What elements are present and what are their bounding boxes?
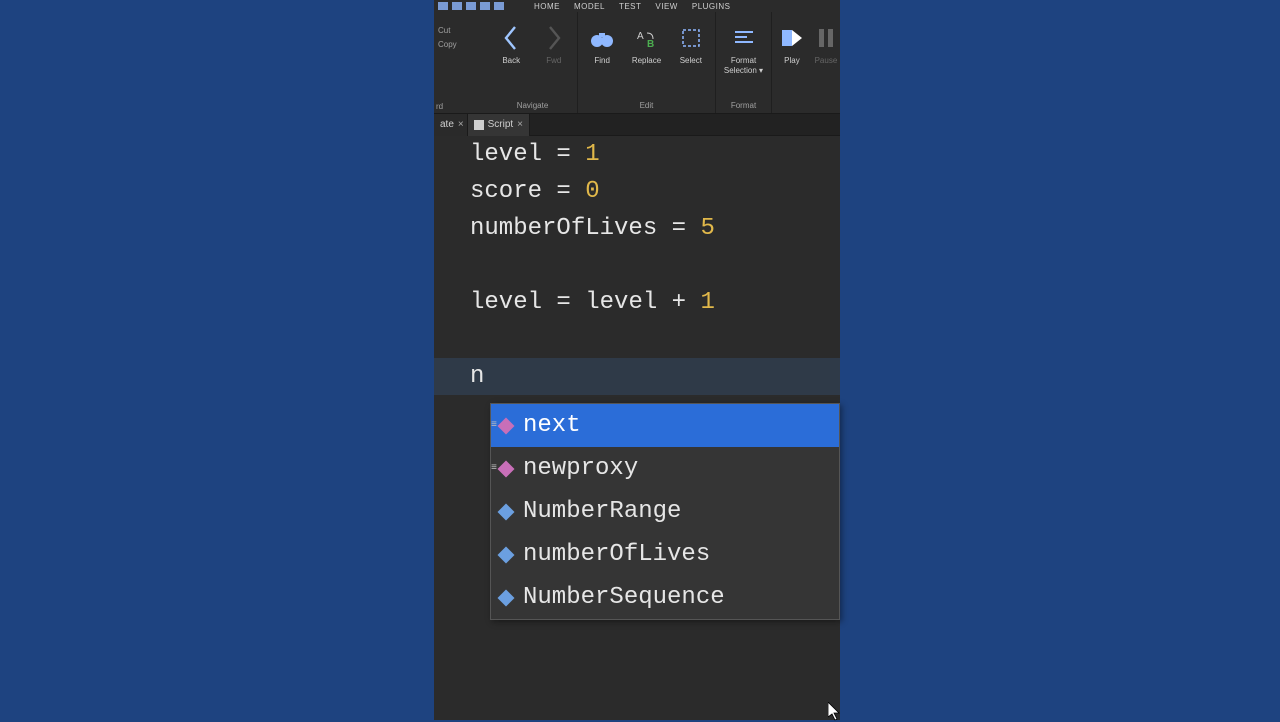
code-token: n [470, 363, 484, 390]
close-icon[interactable]: × [517, 119, 523, 130]
play-button[interactable]: Play [776, 18, 808, 66]
svg-text:A: A [637, 31, 644, 42]
code-token: score [470, 178, 542, 205]
code-token: = [542, 178, 585, 205]
fwd-button: Fwd [535, 18, 574, 66]
ribbon-group-format: Format Selection ▾ Format [716, 12, 772, 113]
back-button[interactable]: Back [492, 18, 531, 66]
code-line[interactable] [470, 247, 840, 284]
autocomplete-label: numberOfLives [523, 536, 710, 573]
group-label-navigate: Navigate [488, 99, 577, 113]
function-icon [497, 417, 515, 435]
autocomplete-label: newproxy [523, 450, 638, 487]
format-selection-button[interactable]: Format Selection ▾ [720, 18, 767, 76]
ribbon-group-navigate: Back Fwd Navigate [488, 12, 578, 113]
cut-label[interactable]: Cut [434, 24, 457, 38]
copy-label[interactable]: Copy [434, 38, 457, 52]
clipboard-partial: Cut Copy [434, 24, 457, 52]
qa-icon[interactable] [452, 2, 462, 10]
svg-text:B: B [647, 39, 654, 49]
document-tabs: ate × Script × [434, 114, 840, 136]
document-tab-script[interactable]: Script × [468, 114, 530, 136]
close-icon[interactable]: × [458, 119, 464, 130]
ribbon-toolbar: Cut Copy Back Fwd [434, 12, 840, 114]
select-label: Select [680, 56, 702, 66]
variable-icon [497, 503, 515, 521]
chevron-left-icon [500, 20, 522, 56]
tab-label: ate [440, 119, 454, 130]
menu-tab-test[interactable]: TEST [619, 2, 641, 11]
menu-tab-plugins[interactable]: PLUGINS [692, 2, 731, 11]
code-token: 0 [585, 178, 599, 205]
autocomplete-item[interactable]: NumberRange [491, 490, 839, 533]
qa-icon[interactable] [466, 2, 476, 10]
mouse-cursor-icon [828, 702, 842, 722]
code-line[interactable]: level = level + 1 [470, 284, 840, 321]
format-icon [733, 20, 755, 56]
autocomplete-popup[interactable]: next newproxy NumberRange numberOfLives Numb… [490, 403, 840, 620]
replace-icon: AB [635, 20, 657, 56]
back-label: Back [502, 56, 520, 66]
pause-button: Pause [812, 18, 840, 66]
group-label-play [772, 108, 844, 113]
select-icon [680, 20, 702, 56]
autocomplete-label: next [523, 407, 581, 444]
find-label: Find [594, 56, 610, 66]
ribbon-group-play: Play Pause [772, 12, 844, 113]
code-token: = [542, 141, 585, 168]
script-icon [474, 120, 484, 130]
autocomplete-item[interactable]: newproxy [491, 447, 839, 490]
autocomplete-item[interactable]: next [491, 404, 839, 447]
code-token: 1 [585, 141, 599, 168]
variable-icon [497, 589, 515, 607]
code-token: level [585, 289, 657, 316]
play-icon [780, 20, 804, 56]
function-icon [497, 460, 515, 478]
quick-access-toolbar [434, 0, 504, 12]
menu-tab-home[interactable]: HOME [534, 2, 560, 11]
fwd-label: Fwd [546, 56, 561, 66]
code-token: 1 [700, 289, 714, 316]
qa-icon[interactable] [480, 2, 490, 10]
menu-tab-model[interactable]: MODEL [574, 2, 605, 11]
tab-label: Script [488, 119, 514, 130]
partial-left-panel-label: rd [436, 102, 443, 111]
code-token: = [542, 289, 585, 316]
autocomplete-item[interactable]: NumberSequence [491, 576, 839, 619]
qa-icon[interactable] [438, 2, 448, 10]
pause-label: Pause [815, 56, 838, 66]
undo-icon[interactable] [494, 2, 504, 10]
code-line[interactable] [470, 321, 840, 358]
code-line[interactable]: score = 0 [470, 173, 840, 210]
select-button[interactable]: Select [671, 18, 711, 66]
code-token: = [657, 215, 700, 242]
code-line[interactable]: n [434, 358, 840, 395]
play-label: Play [784, 56, 800, 66]
code-token: 5 [700, 215, 714, 242]
code-line[interactable]: level = 1 [470, 136, 840, 173]
find-button[interactable]: Find [582, 18, 622, 66]
variable-icon [497, 546, 515, 564]
replace-button[interactable]: AB Replace [626, 18, 666, 66]
chevron-right-icon [543, 20, 565, 56]
ribbon-group-edit: Find AB Replace Select [578, 12, 716, 113]
menu-tab-view[interactable]: VIEW [655, 2, 677, 11]
format-label: Format Selection ▾ [720, 56, 767, 76]
binoculars-icon [589, 20, 615, 56]
code-line[interactable]: numberOfLives = 5 [470, 210, 840, 247]
code-token: numberOfLives [470, 215, 657, 242]
code-token: level [470, 141, 542, 168]
group-label-edit: Edit [578, 99, 715, 113]
code-token: level [470, 289, 542, 316]
autocomplete-label: NumberRange [523, 493, 681, 530]
group-label-format: Format [716, 99, 771, 113]
autocomplete-item[interactable]: numberOfLives [491, 533, 839, 576]
pause-icon [816, 20, 836, 56]
code-token: + [657, 289, 700, 316]
roblox-studio-window: HOME MODEL TEST VIEW PLUGINS Cut Copy Ba… [434, 0, 840, 720]
replace-label: Replace [632, 56, 661, 66]
document-tab[interactable]: ate × [434, 114, 468, 136]
code-editor[interactable]: level = 1score = 0numberOfLives = 5 leve… [434, 136, 840, 720]
autocomplete-label: NumberSequence [523, 579, 725, 616]
